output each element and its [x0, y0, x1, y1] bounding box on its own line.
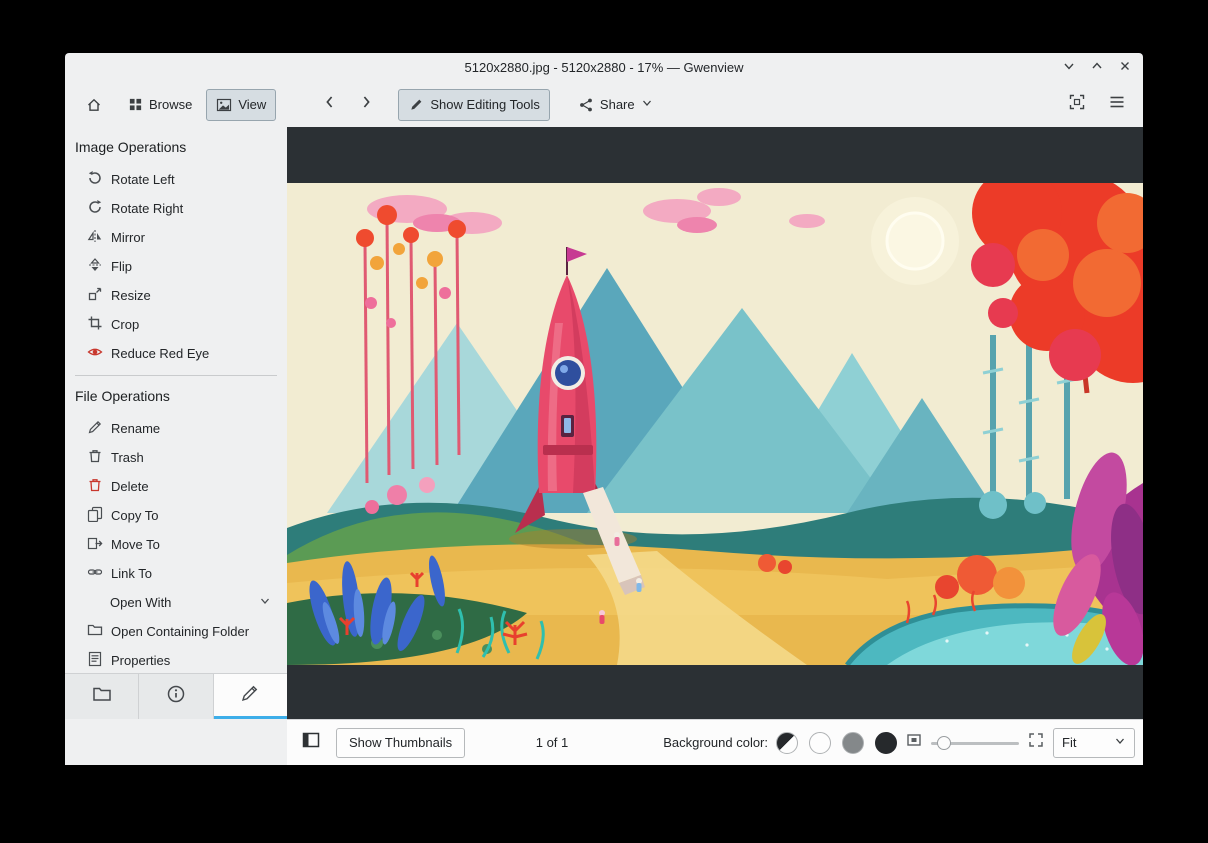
editing-tools-icon: [408, 97, 424, 113]
bg-swatch-gray[interactable]: [842, 731, 864, 754]
forward-icon: [358, 94, 374, 115]
sidebar-item-rename[interactable]: Rename: [65, 414, 287, 443]
sidebar-tab-bar: [65, 673, 287, 719]
gwenview-window: 5120x2880.jpg - 5120x2880 - 17% — Gwenvi…: [65, 53, 1143, 765]
back-icon: [322, 94, 338, 115]
fit-page-button[interactable]: [1061, 89, 1093, 121]
sidebar-item-resize[interactable]: Resize: [65, 281, 287, 310]
sidebar-item-link-to[interactable]: Link To: [65, 559, 287, 588]
zoom-slider[interactable]: [931, 733, 1019, 753]
sidebar-item-mirror[interactable]: Mirror: [65, 223, 287, 252]
zoom-slider-knob[interactable]: [937, 735, 951, 750]
properties-icon: [87, 651, 103, 670]
copy-icon: [87, 506, 103, 525]
combo-chevron-icon: [1114, 735, 1126, 750]
close-button[interactable]: [1117, 60, 1133, 76]
share-button[interactable]: Share: [568, 89, 663, 121]
menu-icon: [1108, 93, 1126, 116]
expand-icon[interactable]: [1027, 731, 1045, 754]
editing-tools-label: Show Editing Tools: [430, 97, 540, 112]
sidebar-tab-information[interactable]: [139, 674, 214, 719]
go-forward-button[interactable]: [350, 89, 382, 121]
share-icon: [578, 97, 594, 113]
sidebar-item-open-containing-folder[interactable]: Open Containing Folder: [65, 617, 287, 646]
statusbar: Show Thumbnails 1 of 1 Background color:…: [287, 719, 1143, 765]
sidebar-item-move-to[interactable]: Move To: [65, 530, 287, 559]
mirror-icon: [87, 228, 103, 247]
image-canvas[interactable]: [287, 168, 1143, 667]
folder-icon: [92, 684, 112, 709]
minimize-icon: [1062, 59, 1076, 76]
sidebar-item-trash[interactable]: Trash: [65, 443, 287, 472]
folder-open-icon: [87, 622, 103, 641]
minimize-button[interactable]: [1061, 60, 1077, 76]
background-color-swatches: [776, 731, 897, 754]
flip-icon: [87, 257, 103, 276]
browse-label: Browse: [149, 97, 193, 112]
main-toolbar: Browse View Show Editing Tools Share: [65, 82, 1143, 127]
maximize-icon: [1090, 59, 1104, 76]
red-eye-icon: [87, 344, 103, 363]
file-operations-header: File Operations: [75, 388, 170, 404]
move-icon: [87, 535, 103, 554]
zoom-mode-select[interactable]: Fit: [1053, 727, 1135, 758]
bg-swatch-black[interactable]: [875, 731, 897, 754]
sidebar-item-properties[interactable]: Properties: [65, 646, 287, 675]
zoom-mode-value: Fit: [1062, 735, 1077, 750]
bg-swatch-white[interactable]: [809, 731, 831, 754]
view-label: View: [238, 97, 267, 112]
sidebar-item-reduce-red-eye[interactable]: Reduce Red Eye: [65, 339, 287, 368]
rotate-left-icon: [87, 170, 103, 189]
info-icon: [166, 684, 186, 709]
image-view[interactable]: [287, 127, 1143, 719]
resize-icon: [87, 286, 103, 305]
maximize-button[interactable]: [1089, 60, 1105, 76]
image-operations-header: Image Operations: [75, 139, 187, 155]
link-icon: [87, 564, 103, 583]
open-with-chevron-icon: [259, 595, 271, 610]
bg-swatch-auto[interactable]: [776, 731, 798, 754]
sidebar-item-rotate-right[interactable]: Rotate Right: [65, 194, 287, 223]
rotate-right-icon: [87, 199, 103, 218]
show-editing-tools-button[interactable]: Show Editing Tools: [398, 88, 550, 121]
share-label: Share: [599, 97, 635, 112]
close-icon: [1118, 59, 1132, 76]
menu-button[interactable]: [1101, 89, 1133, 121]
sidebar-item-crop[interactable]: Crop: [65, 310, 287, 339]
share-caret-icon: [641, 97, 653, 112]
crop-icon: [87, 315, 103, 334]
go-back-button[interactable]: [314, 89, 346, 121]
home-button[interactable]: [75, 89, 113, 121]
fit-page-icon: [1068, 93, 1086, 116]
sidebar-toggle-button[interactable]: [298, 730, 324, 756]
operations-sidebar: Image Operations Rotate Left Rotate Righ…: [65, 127, 287, 719]
sidebar-item-open-with[interactable]: Open With: [65, 588, 287, 617]
view-icon: [216, 97, 232, 113]
browse-icon: [127, 97, 143, 113]
sidebar-item-copy-to[interactable]: Copy To: [65, 501, 287, 530]
sidebar-item-rotate-left[interactable]: Rotate Left: [65, 165, 287, 194]
home-icon: [86, 97, 102, 113]
background-color-label: Background color:: [663, 735, 768, 750]
shrink-icon[interactable]: [905, 731, 923, 754]
page-indicator: 1 of 1: [535, 735, 569, 750]
sidebar-item-delete[interactable]: Delete: [65, 472, 287, 501]
titlebar[interactable]: 5120x2880.jpg - 5120x2880 - 17% — Gwenvi…: [65, 53, 1143, 82]
view-button[interactable]: View: [206, 88, 277, 121]
delete-icon: [87, 477, 103, 496]
browse-button[interactable]: Browse: [117, 89, 202, 121]
edit-icon: [240, 683, 260, 708]
sidebar-tab-operations[interactable]: [213, 674, 287, 719]
rename-icon: [87, 419, 103, 438]
window-title: 5120x2880.jpg - 5120x2880 - 17% — Gwenvi…: [464, 60, 744, 75]
show-thumbnails-button[interactable]: Show Thumbnails: [336, 727, 466, 758]
sidebar-toggle-icon: [301, 730, 321, 755]
artwork-5120x2880: [287, 168, 1143, 667]
sidebar-item-flip[interactable]: Flip: [65, 252, 287, 281]
sidebar-separator: [75, 375, 277, 376]
trash-icon: [87, 448, 103, 467]
sidebar-tab-folders[interactable]: [65, 674, 140, 719]
